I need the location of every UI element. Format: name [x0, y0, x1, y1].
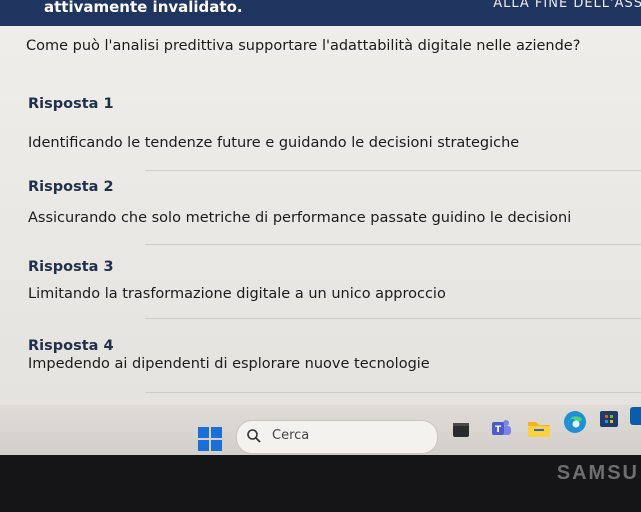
file-explorer-icon[interactable] — [526, 417, 552, 439]
answer-2-label: Risposta 2 — [28, 179, 114, 195]
teams-icon[interactable]: T — [490, 418, 512, 438]
windows-start-icon[interactable] — [198, 427, 222, 451]
answer-1-label: Risposta 1 — [28, 96, 114, 112]
taskbar-search-input[interactable] — [236, 420, 438, 454]
answer-1-option[interactable]: Identificando le tendenze future e guida… — [28, 135, 519, 151]
store-icon[interactable] — [599, 408, 619, 428]
auto-invalidate-notice: attivamente invalidato. — [44, 0, 243, 16]
app-icon[interactable] — [630, 405, 641, 427]
divider — [145, 244, 641, 245]
question-text: Come può l'analisi predittiva supportare… — [26, 38, 581, 54]
divider — [145, 392, 641, 393]
search-icon — [247, 429, 261, 443]
edge-icon[interactable] — [562, 409, 588, 435]
search-placeholder: Cerca — [272, 428, 310, 443]
answer-3-option[interactable]: Limitando la trasformazione digitale a u… — [28, 286, 446, 302]
answer-3-label: Risposta 3 — [28, 259, 114, 275]
monitor-brand-logo: SAMSU — [556, 462, 639, 484]
svg-text:T: T — [495, 425, 502, 435]
divider — [145, 318, 641, 319]
screen: attivamente invalidato. ALLA FINE DELL'A… — [0, 0, 641, 430]
exam-header-bar: attivamente invalidato. ALLA FINE DELL'A… — [0, 0, 641, 26]
answer-2-option[interactable]: Assicurando che solo metriche di perform… — [28, 210, 571, 226]
monitor-bezel — [0, 455, 641, 512]
end-of-exam-label: ALLA FINE DELL'ASS — [493, 0, 641, 11]
divider — [145, 170, 641, 171]
answer-4-option[interactable]: Impedendo ai dipendenti di esplorare nuo… — [28, 356, 430, 372]
answer-4-label: Risposta 4 — [28, 338, 114, 354]
terminal-icon[interactable] — [452, 421, 470, 439]
